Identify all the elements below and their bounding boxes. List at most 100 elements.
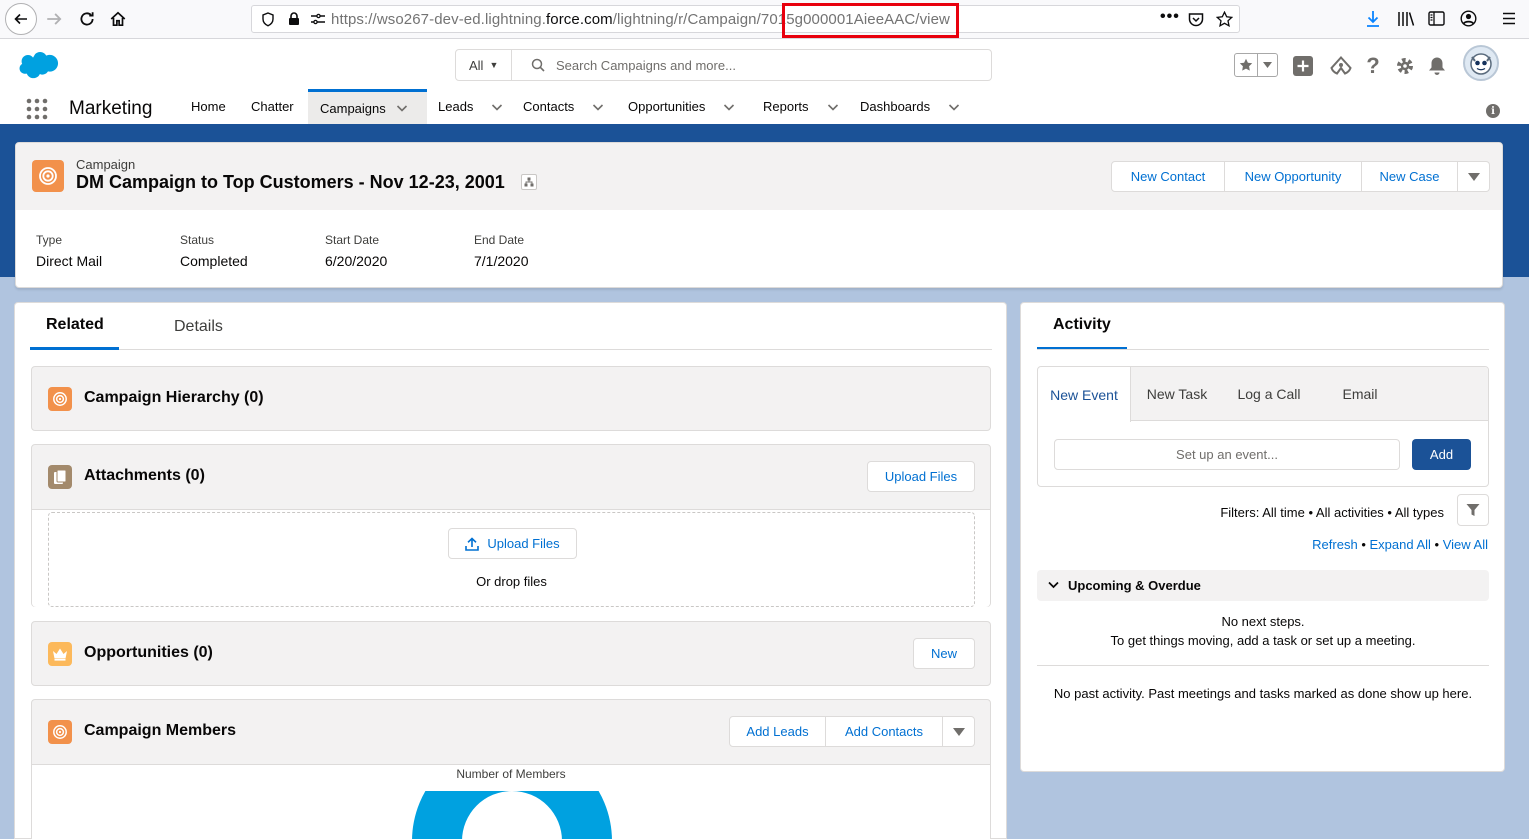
event-input[interactable]: Set up an event...	[1054, 439, 1400, 470]
chevron-down-icon[interactable]	[723, 101, 735, 113]
caret-down-icon	[1263, 62, 1273, 68]
nav-item-contacts[interactable]: Contacts	[511, 89, 616, 124]
nav-item-leads[interactable]: Leads	[426, 89, 515, 124]
tab-related[interactable]: Related	[30, 303, 119, 350]
members-actions: Add Leads Add Contacts	[729, 716, 975, 747]
record-actions: New Contact New Opportunity New Case	[1111, 161, 1490, 192]
chevron-down-icon	[1048, 581, 1059, 589]
permissions-icon	[311, 13, 325, 25]
card-title[interactable]: Campaign Hierarchy (0)	[84, 389, 264, 407]
bookmark-star-icon[interactable]	[1216, 11, 1233, 27]
trailhead-button[interactable]	[1330, 55, 1352, 77]
more-icon[interactable]: •••	[1160, 8, 1180, 26]
app-launcher-icon[interactable]	[26, 98, 48, 120]
nav-item-home[interactable]: Home	[179, 89, 238, 124]
favorites-star-button[interactable]	[1235, 54, 1259, 76]
add-leads-button[interactable]: Add Leads	[729, 716, 826, 747]
new-case-button[interactable]: New Case	[1362, 161, 1458, 192]
file-icon	[54, 469, 67, 484]
library-icon[interactable]	[1397, 11, 1415, 27]
field-value: 7/1/2020	[474, 253, 529, 269]
expand-all-link[interactable]: Expand All	[1369, 537, 1430, 552]
more-actions-button[interactable]	[1458, 161, 1490, 192]
card-title[interactable]: Campaign Members	[84, 722, 236, 740]
nav-item-label: Campaigns	[320, 100, 386, 116]
upload-files-drop-button[interactable]: Upload Files	[448, 528, 577, 559]
avatar[interactable]	[1463, 45, 1499, 81]
chevron-down-icon[interactable]	[491, 101, 503, 113]
nav-item-label: Dashboards	[860, 99, 931, 114]
tab-details[interactable]: Details	[158, 303, 239, 350]
search-input[interactable]	[556, 51, 976, 79]
file-drop-zone[interactable]: Upload Files Or drop files	[48, 512, 975, 607]
card-body: Number of Members	[32, 764, 990, 839]
chevron-down-icon[interactable]	[396, 102, 408, 114]
new-opportunity-related-button[interactable]: New	[913, 638, 975, 669]
section-title: Upcoming & Overdue	[1068, 578, 1201, 593]
tab-new-task[interactable]: New Task	[1131, 367, 1223, 421]
setup-button[interactable]	[1394, 55, 1416, 77]
members-donut-chart[interactable]	[412, 791, 612, 839]
publisher-tabs: New Event New Task Log a Call Email	[1038, 367, 1488, 422]
add-event-button[interactable]: Add	[1412, 439, 1471, 470]
tab-email[interactable]: Email	[1315, 367, 1405, 421]
upload-files-button[interactable]: Upload Files	[867, 461, 975, 492]
salesforce-logo[interactable]	[18, 51, 59, 79]
nav-item-label: Home	[191, 99, 226, 114]
chevron-down-icon[interactable]	[948, 101, 960, 113]
card-header: Attachments (0) Upload Files	[32, 445, 990, 509]
members-more-button[interactable]	[943, 716, 975, 747]
nav-item-label: Reports	[763, 99, 809, 114]
target-icon	[53, 392, 67, 406]
download-icon[interactable]	[1365, 10, 1381, 28]
tab-log-a-call[interactable]: Log a Call	[1223, 367, 1315, 421]
add-contacts-button[interactable]: Add Contacts	[826, 716, 943, 747]
new-opportunity-button[interactable]: New Opportunity	[1225, 161, 1362, 192]
nav-item-opportunities[interactable]: Opportunities	[616, 89, 747, 124]
pocket-icon[interactable]	[1188, 12, 1204, 27]
tab-divider	[1037, 349, 1489, 350]
card-title[interactable]: Opportunities (0)	[84, 644, 213, 662]
favorites-list-button[interactable]	[1258, 54, 1277, 76]
search-scope-dropdown[interactable]: All ▼	[456, 50, 512, 80]
help-button[interactable]: ?	[1362, 55, 1384, 77]
account-icon[interactable]	[1460, 10, 1477, 27]
nav-item-label: Opportunities	[628, 99, 706, 114]
view-hierarchy-button[interactable]	[521, 174, 537, 190]
nav-item-chatter[interactable]: Chatter	[239, 89, 306, 124]
notifications-button[interactable]	[1426, 55, 1448, 77]
activity-panel: Activity New Event New Task Log a Call E…	[1020, 302, 1505, 772]
chevron-down-icon[interactable]	[592, 101, 604, 113]
forward-button[interactable]	[39, 5, 69, 33]
nav-item-reports[interactable]: Reports	[751, 89, 851, 124]
refresh-link[interactable]: Refresh	[1312, 537, 1358, 552]
upload-icon	[465, 536, 480, 551]
new-contact-button[interactable]: New Contact	[1111, 161, 1225, 192]
tab-activity[interactable]: Activity	[1037, 303, 1127, 350]
field-label: End Date	[474, 233, 525, 247]
global-actions-button[interactable]	[1292, 55, 1314, 77]
nav-item-dashboards[interactable]: Dashboards	[848, 89, 972, 124]
home-icon	[110, 11, 126, 27]
home-button[interactable]	[103, 5, 133, 33]
filter-button[interactable]	[1457, 494, 1489, 526]
info-icon[interactable]: i	[1486, 104, 1500, 118]
tab-new-event[interactable]: New Event	[1038, 367, 1131, 422]
sidebar-icon[interactable]	[1428, 11, 1445, 26]
upcoming-overdue-section[interactable]: Upcoming & Overdue	[1037, 570, 1489, 601]
reload-button[interactable]	[72, 5, 102, 33]
record-header: Campaign DM Campaign to Top Customers - …	[15, 142, 1503, 288]
highlight-start-date: Start Date 6/20/2020	[325, 233, 387, 269]
global-header: All▼ ?	[0, 40, 1529, 89]
nav-item-campaigns[interactable]: Campaigns	[308, 89, 427, 124]
chevron-down-icon[interactable]	[827, 101, 839, 113]
nav-item-label: Leads	[438, 99, 474, 114]
menu-icon[interactable]	[1502, 12, 1516, 25]
caret-down-icon	[952, 727, 965, 736]
card-title[interactable]: Attachments (0)	[84, 467, 205, 485]
view-all-link[interactable]: View All	[1443, 537, 1488, 552]
back-button[interactable]	[5, 3, 37, 35]
app-name: Marketing	[69, 98, 153, 119]
url-bar[interactable]: https://wso267-dev-ed.lightning.force.co…	[251, 5, 1240, 33]
arrow-right-icon	[47, 13, 62, 25]
